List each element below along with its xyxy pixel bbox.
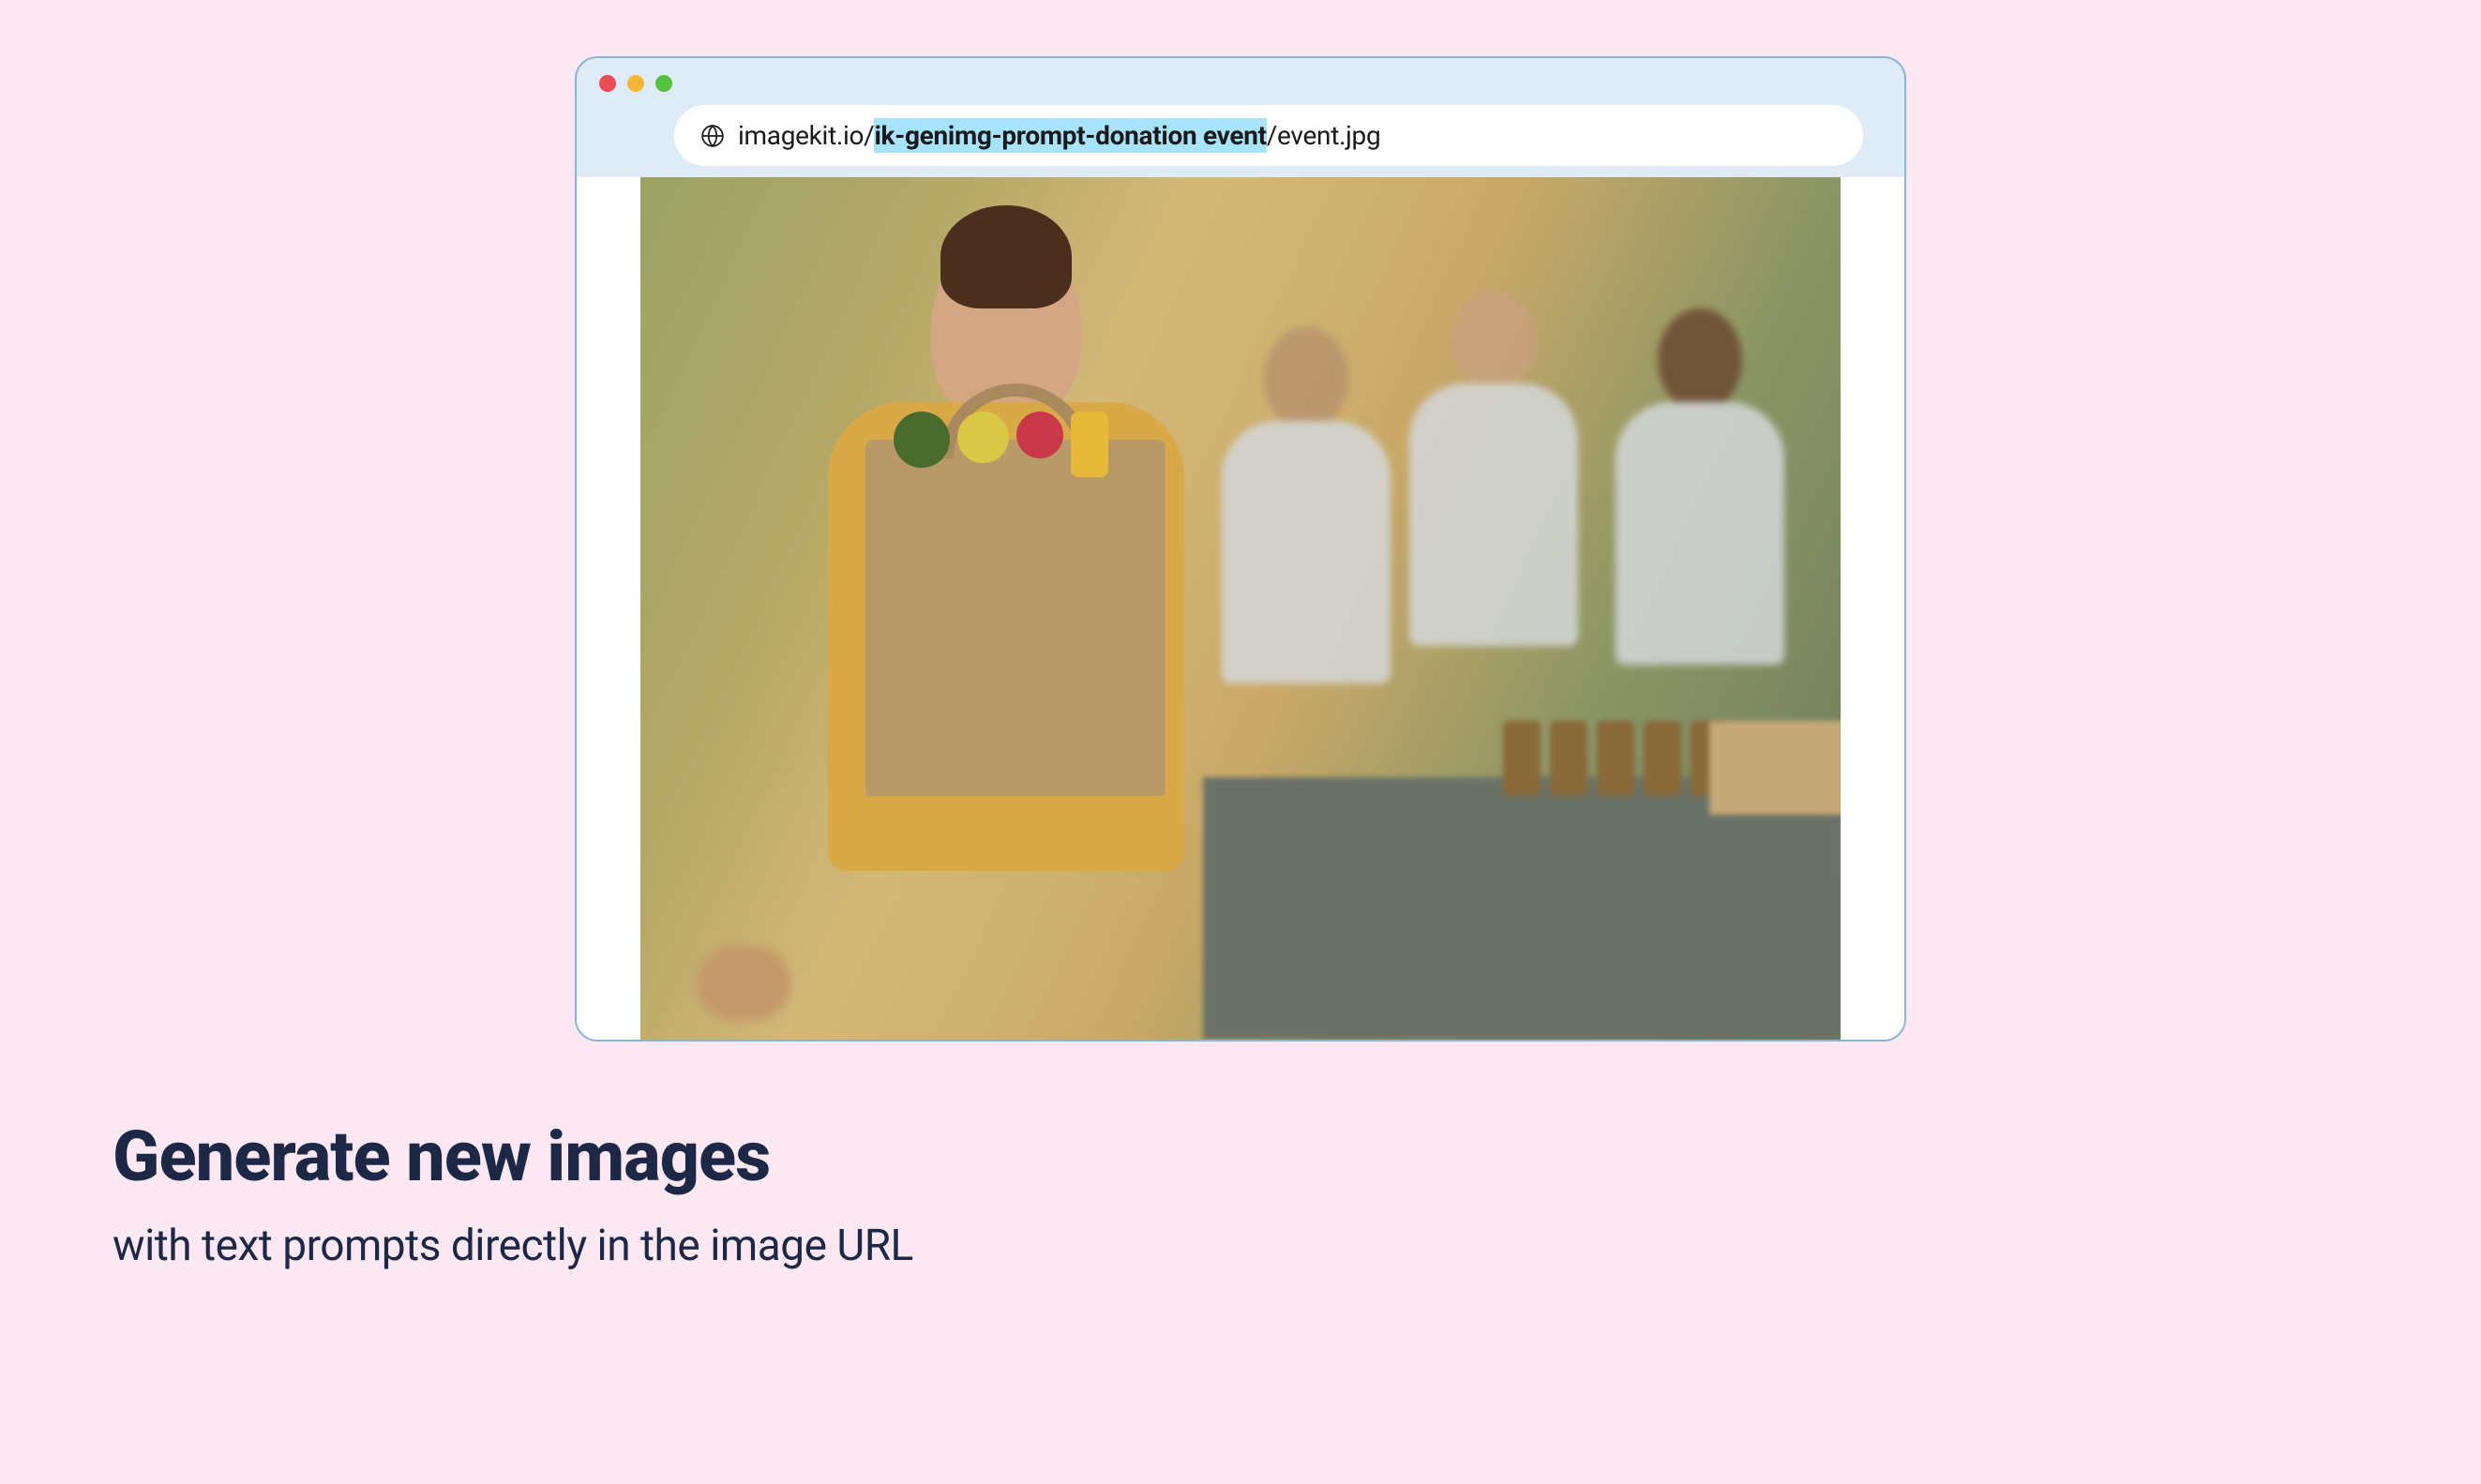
ground-items [640,908,903,1040]
hero-subheadline: with text prompts directly in the image … [113,1221,913,1271]
browser-window-mockup: imagekit.io/ik-genimg-prompt-donation ev… [575,56,1906,1042]
generated-image [640,177,1841,1040]
globe-icon [700,124,725,148]
url-filename: event.jpg [1277,120,1380,151]
url-bar[interactable]: imagekit.io/ik-genimg-prompt-donation ev… [674,105,1863,166]
donation-table [1203,777,1841,1040]
maximize-window-button[interactable] [655,75,672,92]
grocery-bag [865,440,1165,796]
window-header: imagekit.io/ik-genimg-prompt-donation ev… [577,58,1904,177]
traffic-lights [599,75,1882,92]
close-window-button[interactable] [599,75,616,92]
jars [1503,721,1728,796]
url-slash: / [1267,120,1277,151]
url-domain: imagekit.io/ [738,120,874,151]
minimize-window-button[interactable] [627,75,644,92]
hero-headline: Generate new images [113,1117,770,1198]
cardboard-box [1709,721,1841,815]
browser-viewport [577,177,1904,1040]
url-prompt-segment: ik-genimg-prompt-donation event [874,118,1266,153]
url-text: imagekit.io/ik-genimg-prompt-donation ev… [738,118,1380,153]
